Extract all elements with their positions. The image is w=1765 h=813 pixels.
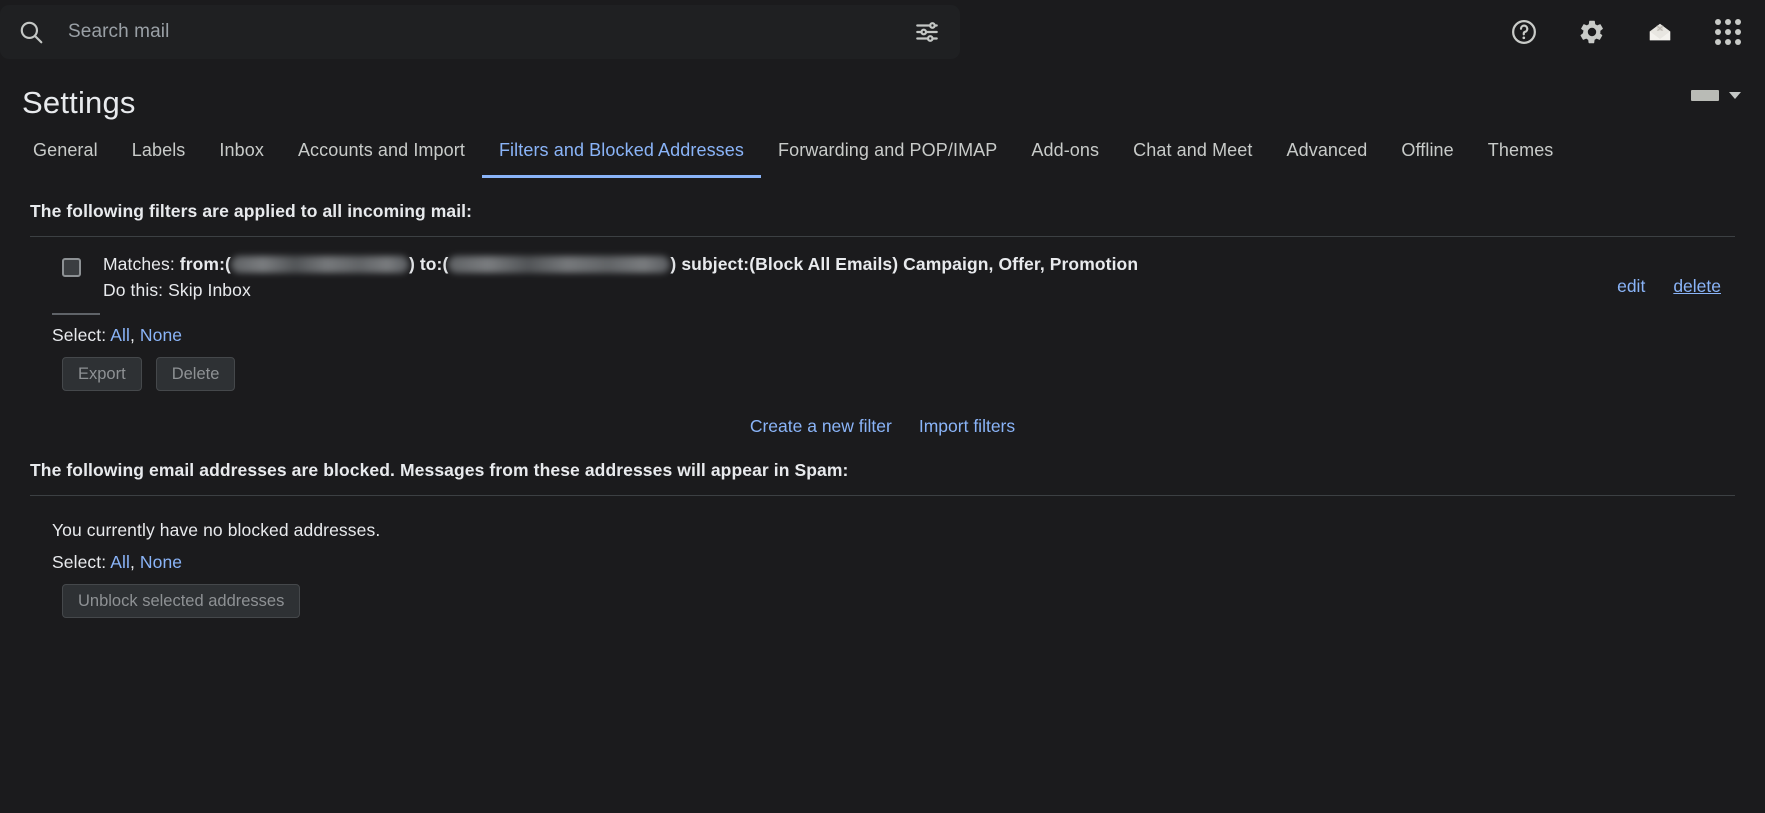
top-app-bar (0, 0, 1765, 64)
filters-select-line: Select: All, None (22, 315, 1743, 347)
page-title: Settings (22, 85, 136, 120)
blocked-select-line: Select: All, None (22, 542, 1743, 574)
filter-matches-line: Matches: from:() to:() subject:(Block Al… (103, 251, 1735, 277)
filter-delete-link[interactable]: delete (1673, 275, 1721, 297)
filters-select-all-link[interactable]: All (110, 325, 130, 345)
tab-offline[interactable]: Offline (1384, 139, 1470, 178)
create-new-filter-link[interactable]: Create a new filter (750, 415, 892, 437)
filter-matches-prefix: Matches: (103, 254, 175, 274)
filter-description: Matches: from:() to:() subject:(Block Al… (103, 251, 1735, 303)
filters-button-row: Export Delete (22, 347, 1743, 391)
blocked-button-row: Unblock selected addresses (22, 574, 1743, 618)
delete-filters-button[interactable]: Delete (155, 357, 236, 391)
chevron-down-icon[interactable] (1729, 92, 1741, 99)
filter-row: Matches: from:() to:() subject:(Block Al… (22, 237, 1743, 313)
settings-content: The following filters are applied to all… (0, 178, 1765, 618)
apps-grid-icon[interactable] (1707, 11, 1749, 53)
tab-labels[interactable]: Labels (115, 139, 203, 178)
language-picker[interactable] (1691, 90, 1741, 101)
filter-checkbox[interactable] (62, 258, 81, 277)
open-envelope-avatar-icon[interactable] (1639, 11, 1681, 53)
help-circle-icon[interactable] (1503, 11, 1545, 53)
blocked-section-heading: The following email addresses are blocke… (30, 460, 849, 480)
filter-to-close: ) (670, 254, 677, 274)
settings-header: Settings (0, 64, 1765, 122)
export-filters-button[interactable]: Export (62, 357, 142, 391)
filter-subject-label: subject:(Block All Emails) Campaign, Off… (681, 254, 1139, 274)
blocked-select-separator: , (129, 552, 135, 572)
tab-add-ons[interactable]: Add-ons (1014, 139, 1116, 178)
unblock-selected-addresses-button[interactable]: Unblock selected addresses (62, 584, 301, 618)
search-input[interactable] (66, 20, 914, 44)
filter-to-label: to:( (419, 254, 449, 274)
blocked-select-none-link[interactable]: None (140, 552, 182, 572)
tab-general[interactable]: General (22, 139, 115, 178)
blocked-empty-message: You currently have no blocked addresses. (52, 520, 381, 540)
tab-advanced[interactable]: Advanced (1270, 139, 1385, 178)
filter-action-links: edit delete (1617, 275, 1721, 297)
filter-action-line: Do this: Skip Inbox (103, 280, 251, 300)
gear-icon[interactable] (1571, 11, 1613, 53)
search-icon[interactable] (18, 19, 44, 45)
tab-forwarding-and-pop-imap[interactable]: Forwarding and POP/IMAP (761, 139, 1014, 178)
settings-tabs: General Labels Inbox Accounts and Import… (0, 122, 1765, 178)
blocked-select-label: Select: (52, 552, 107, 572)
filters-select-separator: , (129, 325, 135, 345)
filter-from-close: ) (408, 254, 415, 274)
filters-section-heading: The following filters are applied to all… (30, 201, 473, 221)
tab-inbox[interactable]: Inbox (202, 139, 281, 178)
tab-themes[interactable]: Themes (1471, 139, 1571, 178)
filter-to-value-redacted (448, 256, 671, 273)
apps-grid-dots (1715, 19, 1741, 45)
filters-select-none-link[interactable]: None (140, 325, 182, 345)
tab-chat-and-meet[interactable]: Chat and Meet (1116, 139, 1269, 178)
import-filters-link[interactable]: Import filters (919, 415, 1015, 437)
language-swatch (1691, 90, 1719, 101)
search-bar[interactable] (0, 5, 960, 59)
topbar-actions (1503, 0, 1749, 64)
filter-from-label: from:( (179, 254, 231, 274)
tune-options-icon[interactable] (914, 19, 940, 45)
filters-select-label: Select: (52, 325, 107, 345)
blocked-select-all-link[interactable]: All (110, 552, 130, 572)
tab-filters-and-blocked-addresses[interactable]: Filters and Blocked Addresses (481, 139, 761, 178)
filter-from-value-redacted (230, 256, 409, 273)
filter-edit-link[interactable]: edit (1617, 275, 1645, 297)
tab-accounts-and-import[interactable]: Accounts and Import (281, 139, 482, 178)
filter-links-row: Create a new filter Import filters (22, 391, 1743, 437)
